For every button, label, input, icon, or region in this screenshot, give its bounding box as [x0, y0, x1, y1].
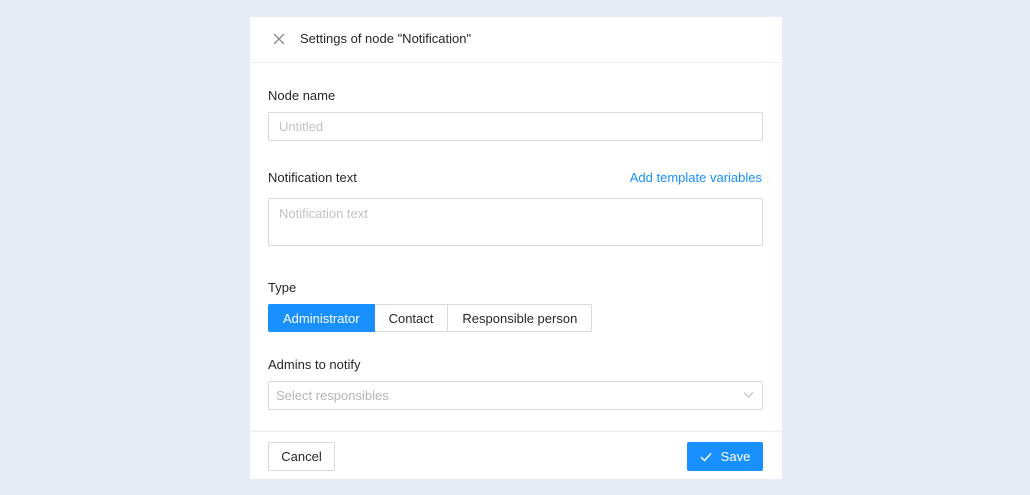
cancel-button[interactable]: Cancel	[268, 442, 335, 471]
dialog-title: Settings of node "Notification"	[300, 31, 472, 46]
save-button-label: Save	[720, 449, 751, 464]
admins-label: Admins to notify	[268, 357, 361, 372]
notification-text-label: Notification text	[268, 170, 357, 185]
save-button[interactable]: Save	[687, 442, 763, 471]
type-selector: Administrator Contact Responsible person	[268, 304, 593, 332]
close-icon[interactable]	[270, 30, 288, 48]
add-template-variables-link[interactable]: Add template variables	[630, 170, 762, 185]
admins-select[interactable]: Select responsibles	[268, 381, 763, 410]
node-name-label: Node name	[268, 88, 336, 103]
node-settings-dialog: Settings of node "Notification" Node nam…	[250, 17, 782, 479]
type-label: Type	[268, 280, 297, 295]
chevron-down-icon	[743, 391, 754, 399]
type-option-responsible-person[interactable]: Responsible person	[448, 304, 593, 332]
check-icon	[700, 452, 712, 462]
dialog-header: Settings of node "Notification"	[250, 17, 782, 63]
admins-select-placeholder: Select responsibles	[276, 388, 389, 403]
node-name-input[interactable]	[268, 112, 763, 141]
notification-text-input[interactable]	[268, 198, 763, 246]
type-option-administrator[interactable]: Administrator	[268, 304, 375, 332]
type-option-contact[interactable]: Contact	[374, 304, 449, 332]
dialog-footer: Cancel Save	[250, 431, 782, 479]
